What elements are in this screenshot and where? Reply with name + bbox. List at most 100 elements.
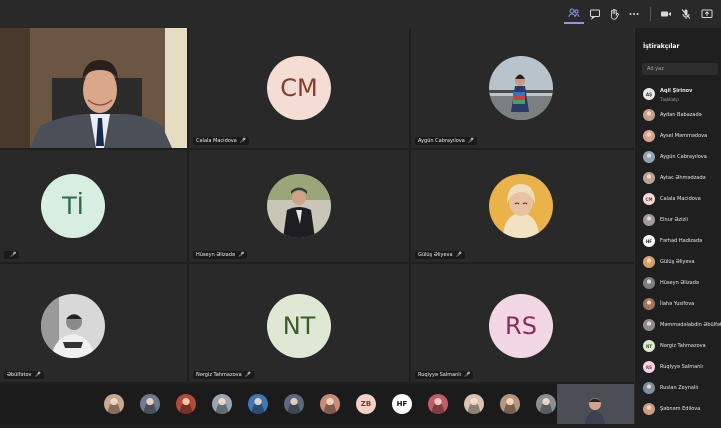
- avatar: [643, 214, 655, 226]
- participant-list-item[interactable]: Elnur Əzizli: [642, 210, 721, 231]
- avatar: AŞ: [643, 88, 655, 100]
- participant-list-item[interactable]: Şəbnəm Edilova: [642, 399, 721, 420]
- participant-list: AŞ Aqil Şirinov Təşkilatçı Aydan Babazadə Ay…: [642, 84, 721, 420]
- strip-avatar[interactable]: [140, 394, 160, 414]
- participant-name-label: Nərgiz Tahmazova 🎤̸: [193, 371, 254, 379]
- strip-avatar[interactable]: [104, 394, 124, 414]
- participant-strip: ZB HF: [0, 384, 634, 424]
- avatar-initials: CM: [280, 74, 318, 102]
- participant-list-item[interactable]: Aydan Babazadə: [642, 105, 721, 126]
- mic-muted-icon: 🎤̸: [239, 138, 247, 144]
- strip-avatar[interactable]: [212, 394, 232, 414]
- participant-name: Məmmədəlabdin Əbülfət: [660, 322, 721, 328]
- initials-avatar: Tİ: [41, 174, 105, 238]
- participant-list-item[interactable]: Aytac Əhmədzadə: [642, 168, 721, 189]
- camera-icon[interactable]: [656, 4, 676, 24]
- strip-avatar[interactable]: [500, 394, 520, 414]
- strip-avatar[interactable]: [284, 394, 304, 414]
- participant-name: Şəbnəm Edilova: [660, 406, 701, 412]
- participant-name: Hüseyn Əlizadə: [660, 280, 699, 286]
- participant-name: Elnur Əzizli: [660, 217, 688, 223]
- participant-list-item[interactable]: AŞ Aqil Şirinov Təşkilatçı: [642, 84, 721, 105]
- participant-name-label: Gülüş Əliyeva 🎤̸: [415, 251, 465, 259]
- video-tile[interactable]: Əbülfətov 🎤̸: [0, 264, 187, 382]
- avatar: NT: [643, 340, 655, 352]
- mic-muted-icon: 🎤̸: [10, 252, 17, 258]
- avatar-initials: RS: [505, 312, 537, 340]
- avatar: HF: [643, 235, 655, 247]
- participant-list-item[interactable]: Ruslan Zeynallı: [642, 378, 721, 399]
- video-tile[interactable]: NT Nərgiz Tahmazova 🎤̸: [189, 264, 409, 382]
- profile-photo: [489, 174, 553, 238]
- participant-name: Aqil Şirinov: [660, 88, 693, 94]
- avatar: [643, 109, 655, 121]
- participant-list-item[interactable]: İlahə Yusifova: [642, 294, 721, 315]
- participant-name: Əbülfətov: [7, 372, 32, 378]
- participant-list-item[interactable]: Gülüş Əliyeva: [642, 252, 721, 273]
- participant-list-item[interactable]: Məmmədəlabdin Əbülfət: [642, 315, 721, 336]
- mic-muted-icon: 🎤̸: [237, 252, 245, 258]
- more-icon[interactable]: [624, 4, 644, 24]
- toolbar-divider: [650, 7, 651, 21]
- participant-name: Calala Macidova: [660, 196, 701, 202]
- participant-role: Təşkilatçı: [660, 97, 679, 102]
- avatar-initials: ZB: [360, 400, 372, 408]
- profile-photo: [267, 174, 331, 238]
- video-tile[interactable]: CM Calala Macidova 🎤̸: [189, 28, 409, 148]
- participant-name-label: Aygün Cabrayılova 🎤̸: [415, 137, 478, 145]
- participant-name: Ruqiyyə Salmanlı: [660, 364, 704, 370]
- avatar: [643, 403, 655, 415]
- video-tile[interactable]: Hüseyn Əlizadə 🎤̸: [189, 150, 409, 262]
- participant-name: Ruqiyyə Salmanlı: [418, 372, 462, 378]
- chat-icon[interactable]: [585, 4, 605, 24]
- participant-name: Aygün Cabrayılova: [418, 138, 465, 144]
- strip-avatar[interactable]: HF: [392, 394, 412, 414]
- participant-name: Hüseyn Əlizadə: [196, 252, 235, 258]
- search-input[interactable]: Ad yaz: [642, 63, 718, 75]
- avatar: [643, 298, 655, 310]
- strip-avatar[interactable]: [248, 394, 268, 414]
- participant-name: Aytac Əhmədzadə: [660, 175, 706, 181]
- presenter-video: [0, 28, 187, 148]
- share-icon[interactable]: [697, 4, 717, 24]
- avatar: [643, 151, 655, 163]
- avatar: [643, 130, 655, 142]
- mic-muted-icon: 🎤̸: [464, 372, 471, 378]
- participant-name: Gülüş Əliyeva: [418, 252, 453, 258]
- participant-list-item[interactable]: HF Fərhad Hadizadə: [642, 231, 721, 252]
- participant-name: Gülüş Əliyeva: [660, 259, 695, 265]
- participant-list-item[interactable]: RS Ruqiyyə Salmanlı: [642, 357, 721, 378]
- video-tile[interactable]: Tİ 🎤̸: [0, 150, 187, 262]
- mic-muted-icon: 🎤̸: [455, 252, 462, 258]
- participants-icon[interactable]: [564, 4, 584, 24]
- participant-list-item[interactable]: Aygün Cabrayılova: [642, 147, 721, 168]
- participant-name-label: 🎤̸: [4, 251, 20, 259]
- raise-hand-icon[interactable]: [604, 4, 624, 24]
- avatar: [643, 319, 655, 331]
- participant-list-item[interactable]: Aysel Məmmədova: [642, 126, 721, 147]
- participant-list-item[interactable]: CM Calala Macidova: [642, 189, 721, 210]
- avatar-initials: NT: [282, 312, 316, 340]
- video-tile[interactable]: Aygün Cabrayılova 🎤̸: [411, 28, 634, 148]
- participant-name-label: Əbülfətov 🎤̸: [4, 371, 44, 379]
- strip-avatar[interactable]: [176, 394, 196, 414]
- avatar-initials: Tİ: [62, 192, 84, 220]
- self-video-preview[interactable]: [557, 384, 634, 424]
- strip-avatar[interactable]: ZB: [356, 394, 376, 414]
- video-tile-presenter[interactable]: [0, 28, 187, 148]
- participant-list-item[interactable]: Hüseyn Əlizadə: [642, 273, 721, 294]
- participant-name-label: Calala Macidova 🎤̸: [193, 137, 250, 145]
- video-tile[interactable]: RS Ruqiyyə Salmanlı 🎤̸: [411, 264, 634, 382]
- participant-name: İlahə Yusifova: [660, 301, 695, 307]
- participant-name: Nərgiz Tahmazova: [660, 343, 706, 349]
- participant-name: Calala Macidova: [196, 138, 237, 144]
- participant-list-item[interactable]: NT Nərgiz Tahmazova: [642, 336, 721, 357]
- video-grid: CM Calala Macidova 🎤̸ Aygün Cabrayılova 🎤̸…: [0, 28, 634, 382]
- strip-avatar[interactable]: [536, 394, 556, 414]
- mic-icon[interactable]: [676, 4, 696, 24]
- strip-avatar[interactable]: [320, 394, 340, 414]
- strip-avatar[interactable]: [464, 394, 484, 414]
- avatar: CM: [643, 193, 655, 205]
- video-tile[interactable]: Gülüş Əliyeva 🎤̸: [411, 150, 634, 262]
- strip-avatar[interactable]: [428, 394, 448, 414]
